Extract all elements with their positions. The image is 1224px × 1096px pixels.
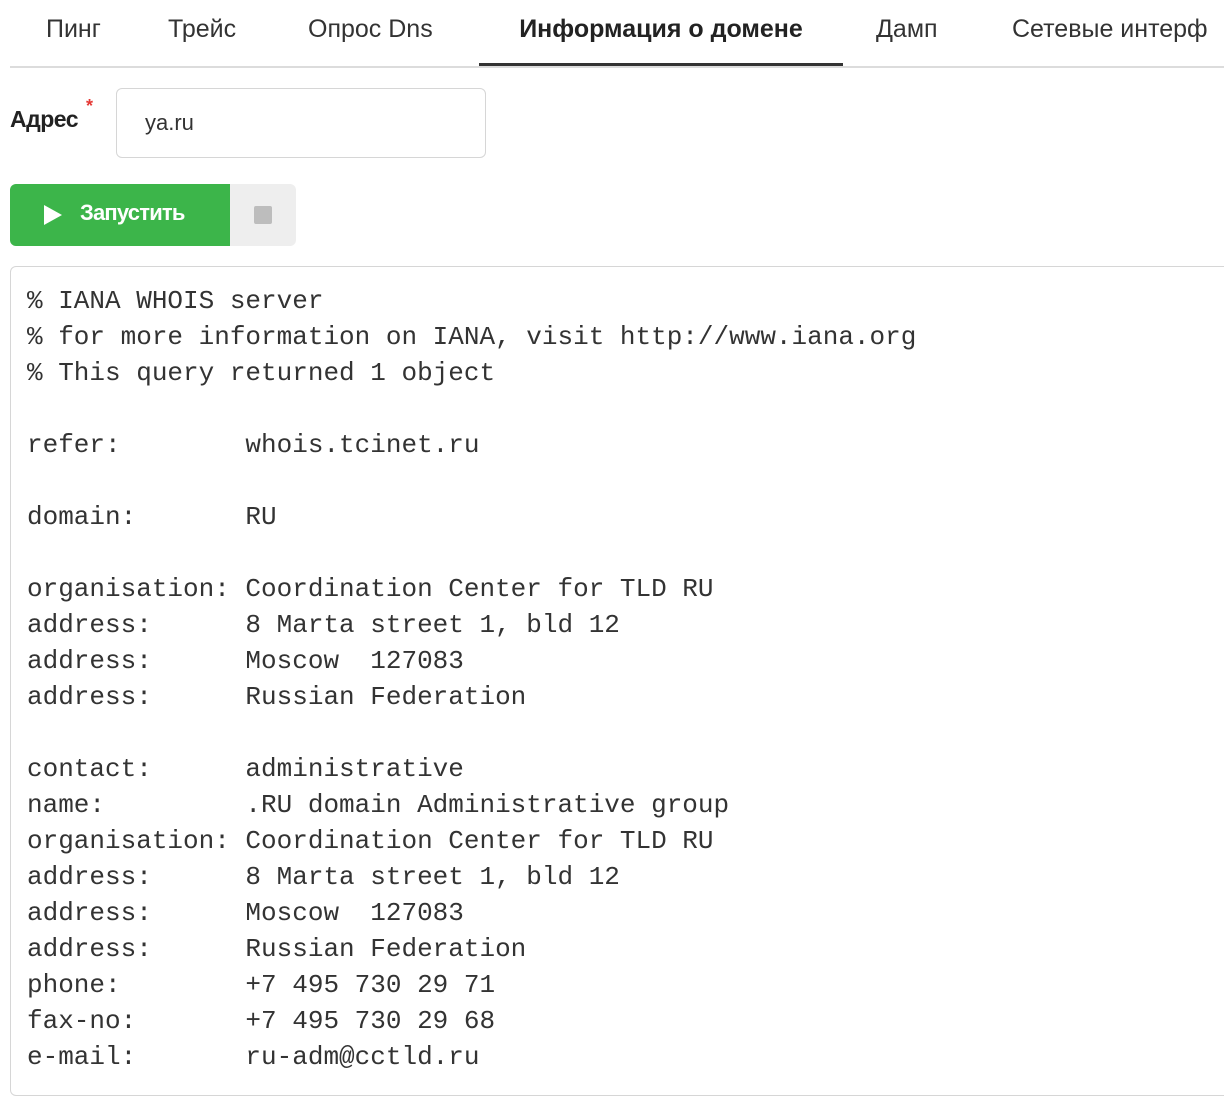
stop-icon bbox=[254, 206, 272, 224]
tab-label: Трейс bbox=[168, 15, 237, 43]
output-line: address: Moscow 127083 bbox=[27, 898, 464, 928]
play-icon bbox=[44, 205, 62, 225]
output-line: % for more information on IANA, visit ht… bbox=[27, 322, 917, 352]
tab-network-interfaces[interactable]: Сетевые интерф bbox=[1012, 0, 1208, 66]
output-line: address: 8 Marta street 1, bld 12 bbox=[27, 862, 620, 892]
tab-label: Сетевые интерф bbox=[1012, 15, 1208, 43]
output-line bbox=[27, 715, 916, 751]
output-line: address: Russian Federation bbox=[27, 934, 527, 964]
tab-divider bbox=[10, 66, 1224, 68]
output-line: e-mail: ru-adm@cctld.ru bbox=[27, 1042, 480, 1072]
tab-trace[interactable]: Трейс bbox=[168, 0, 236, 66]
output-line: organisation: Coordination Center for TL… bbox=[27, 826, 714, 856]
output-line bbox=[27, 535, 916, 571]
tab-bar: Пинг Трейс Опрос Dns Информация о домене… bbox=[0, 0, 1224, 68]
address-label: Адрес bbox=[10, 106, 79, 132]
output-line: domain: RU bbox=[27, 502, 277, 532]
tab-label: Пинг bbox=[46, 15, 101, 43]
output-line: contact: administrative bbox=[27, 754, 464, 784]
output-line: address: Russian Federation bbox=[27, 682, 527, 712]
output-line: name: .RU domain Administrative group bbox=[27, 790, 730, 820]
tab-domain-info[interactable]: Информация о домене bbox=[479, 0, 843, 66]
output-line bbox=[27, 463, 916, 499]
required-asterisk: * bbox=[86, 96, 94, 116]
whois-output[interactable]: % IANA WHOIS server % for more informatio… bbox=[10, 266, 1224, 1096]
output-line: fax-no: +7 495 730 29 68 bbox=[27, 1006, 496, 1036]
output-line: % IANA WHOIS server bbox=[27, 286, 324, 316]
tab-label: Дамп bbox=[876, 15, 938, 43]
output-line: address: Moscow 127083 bbox=[27, 646, 464, 676]
output-lines: % IANA WHOIS server % for more informatio… bbox=[27, 283, 916, 1075]
tab-dump[interactable]: Дамп bbox=[876, 0, 938, 66]
output-line: organisation: Coordination Center for TL… bbox=[27, 574, 714, 604]
stop-button[interactable] bbox=[230, 184, 296, 246]
tab-ping[interactable]: Пинг bbox=[46, 0, 101, 66]
run-button-label: Запустить bbox=[80, 200, 185, 225]
tab-dns-query[interactable]: Опрос Dns bbox=[308, 0, 433, 66]
output-line: refer: whois.tcinet.ru bbox=[27, 430, 480, 460]
tab-label: Опрос Dns bbox=[308, 15, 433, 43]
output-line: address: 8 Marta street 1, bld 12 bbox=[27, 610, 620, 640]
address-input[interactable] bbox=[116, 88, 486, 158]
run-button[interactable]: Запустить bbox=[10, 184, 230, 246]
output-line bbox=[27, 391, 916, 427]
tab-label: Информация о домене bbox=[519, 15, 803, 43]
output-line: phone: +7 495 730 29 71 bbox=[27, 970, 496, 1000]
output-line: % This query returned 1 object bbox=[27, 358, 496, 388]
